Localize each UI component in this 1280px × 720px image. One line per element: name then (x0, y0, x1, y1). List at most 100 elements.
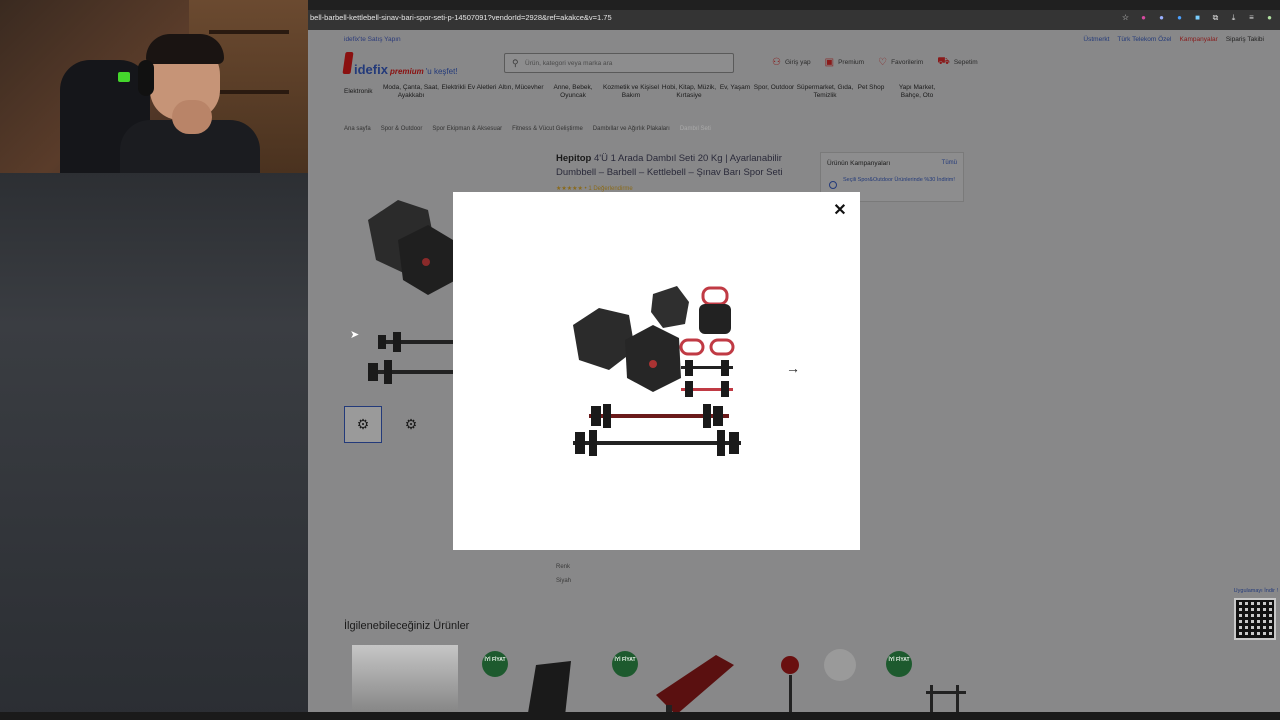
arrow-right-icon[interactable]: → (783, 358, 803, 378)
cart-button[interactable]: ⛟ Sepetim (937, 56, 977, 69)
top-link[interactable]: Kampanyalar (1180, 36, 1218, 43)
cart-icon: ⛟ (937, 56, 950, 67)
product-main-image[interactable] (358, 180, 468, 410)
extension-icon[interactable]: ■ (1193, 13, 1202, 22)
premium-button[interactable]: ▣ Premium (825, 57, 864, 68)
related-product-card[interactable] (352, 645, 458, 720)
top-link[interactable]: Sipariş Takibi (1226, 36, 1264, 43)
search-icon: ⚲ (512, 58, 519, 68)
webcam-person-hair (146, 34, 224, 64)
campaign-radio[interactable] (829, 181, 837, 189)
logo-mark-icon (342, 52, 354, 74)
logo-text: idefix (354, 62, 388, 77)
qr-code[interactable] (1234, 598, 1276, 640)
category-item[interactable]: Pet Shop (854, 84, 888, 100)
category-item[interactable]: Altın, Mücevher (498, 84, 544, 100)
category-item[interactable]: Hobi, Kitap, Müzik, Kırtasiye (660, 84, 718, 100)
extension-icon[interactable]: ● (1175, 13, 1184, 22)
product-rating[interactable]: ★★★★★ • 1 Değerlendirme (556, 185, 633, 192)
search-input[interactable]: ⚲ Ürün, kategori veya marka ara (504, 53, 734, 73)
related-product-card[interactable]: İYİ FİYAT (612, 645, 746, 720)
favorites-button[interactable]: ♡ Favorilerim (878, 57, 923, 68)
product-large-image[interactable] (569, 280, 745, 458)
category-item[interactable]: Spor, Outdoor (752, 84, 796, 100)
close-icon[interactable]: ✕ (831, 202, 849, 220)
webcam-chair-logo (118, 72, 130, 82)
category-item[interactable]: Ev, Yaşam (718, 84, 752, 100)
heart-icon: ♡ (878, 57, 888, 68)
login-button[interactable]: ⚇ Giriş yap (772, 57, 811, 68)
breadcrumb: Ana sayfa Spor & Outdoor Spor Ekipman & … (344, 126, 711, 132)
sell-on-idefix-link[interactable]: idefix'te Satış Yapın (344, 36, 401, 43)
breadcrumb-item[interactable]: Spor Ekipman & Aksesuar (432, 126, 502, 132)
breadcrumb-item[interactable]: Dambıllar ve Ağırlık Plakaları (593, 126, 670, 132)
browser-toolbar: ☆ ● ● ● ■ ⧉ ⤓ ≡ ● (1121, 13, 1274, 22)
dumbbell-thumbnail-icon: ⚙ (356, 416, 370, 432)
product-title: Hepitop 4'Ü 1 Arada Dambıl Seti 20 Kg | … (556, 152, 806, 180)
browser-tabstrip (308, 0, 1280, 10)
favorites-label: Favorilerim (891, 59, 924, 66)
webcam-shelf-board (209, 30, 289, 34)
breadcrumb-item[interactable]: Ana sayfa (344, 126, 371, 132)
thumbnail[interactable]: ⚙ (344, 406, 382, 443)
related-products-title: İlgilenebileceğiniz Ürünler (344, 620, 470, 632)
bench-image (656, 655, 734, 720)
webcam-shelf-board (209, 90, 289, 94)
category-item[interactable]: Kozmetik ve Kişisel Bakım (602, 84, 660, 100)
extension-icon[interactable]: ● (1139, 13, 1148, 22)
category-nav: Elektronik Moda, Çanta, Saat, Ayakkabı E… (344, 84, 946, 100)
top-link[interactable]: Üstmerkt (1083, 36, 1109, 43)
site-logo[interactable]: idefix premium 'u keşfet! (342, 52, 458, 77)
category-item[interactable]: Anne, Bebek, Oyuncak (544, 84, 602, 100)
category-item[interactable]: Elektrikli Ev Aletleri (440, 84, 498, 100)
campaigns-title: Ürünün Kampanyaları (827, 160, 891, 167)
campaign-item[interactable]: Seçili Spor&Outdoor Ürünlerinde %30 İndi… (843, 177, 959, 184)
category-item[interactable]: Elektronik (344, 84, 382, 100)
punching-ball-image (781, 649, 856, 715)
premium-label: Premium (838, 59, 865, 66)
category-item[interactable]: Süpermarket, Gıda, Temizlik (796, 84, 854, 100)
user-icon: ⚇ (772, 57, 781, 68)
dumbbell-thumbnail-icon: ⚙ (404, 416, 418, 432)
thumbnail-strip: ⚙ ⚙ (344, 406, 430, 443)
extension-icon[interactable]: ● (1157, 13, 1166, 22)
webcam-headset (138, 60, 154, 96)
extensions-puzzle-icon[interactable]: ⧉ (1211, 13, 1220, 22)
product-image-graphic (368, 200, 468, 384)
taskbar-strip (0, 712, 1280, 720)
bench-image (526, 661, 571, 720)
category-item[interactable]: Yapı Market, Bahçe, Oto (888, 84, 946, 100)
gift-icon: ▣ (824, 57, 835, 68)
download-icon[interactable]: ⤓ (1229, 13, 1238, 22)
related-product-card[interactable]: İYİ FİYAT (482, 645, 596, 720)
url-text[interactable]: bell-barbell-kettlebell-sinav-bari-spor-… (310, 13, 612, 22)
profile-icon[interactable]: ● (1265, 13, 1274, 22)
image-lightbox-modal: ✕ → (453, 192, 860, 550)
top-link[interactable]: Türk Telekom Özel (1117, 36, 1171, 43)
webcam-person-hand (172, 100, 212, 134)
app-download-label[interactable]: Uygulamayı İndir ! (1234, 588, 1278, 594)
mouse-cursor-icon: ➤ (350, 329, 360, 341)
good-price-badge: İYİ FİYAT (612, 651, 638, 677)
address-bar[interactable]: bell-barbell-kettlebell-sinav-bari-spor-… (308, 10, 1280, 30)
thumbnail[interactable]: ⚙ (392, 406, 430, 443)
related-product-card[interactable]: İYİ FİYAT (886, 645, 1000, 720)
rack-image (926, 685, 966, 720)
category-item[interactable]: Moda, Çanta, Saat, Ayakkabı (382, 84, 440, 100)
screen: bell-barbell-kettlebell-sinav-bari-spor-… (0, 0, 1280, 720)
product-brand[interactable]: Hepitop (556, 153, 591, 164)
login-label: Giriş yap (784, 59, 811, 66)
playlist-icon[interactable]: ≡ (1247, 13, 1256, 22)
breadcrumb-item[interactable]: Spor & Outdoor (381, 126, 423, 132)
related-product-card[interactable] (770, 645, 860, 720)
logo-tail: 'u keşfet! (425, 67, 458, 76)
account-actions: ⚇ Giriş yap ▣ Premium ♡ Favorilerim ⛟ Sepeti… (772, 56, 978, 69)
good-price-badge: İYİ FİYAT (886, 651, 912, 677)
breadcrumb-item[interactable]: Fitness & Vücut Geliştirme (512, 126, 583, 132)
star-icon[interactable]: ☆ (1121, 13, 1130, 22)
breadcrumb-item: Dambıl Seti (679, 126, 711, 132)
campaigns-all-link[interactable]: Tümü (942, 160, 957, 166)
color-options: Renk Siyah (556, 560, 571, 588)
search-placeholder: Ürün, kategori veya marka ara (525, 60, 613, 67)
color-option[interactable]: Siyah (556, 574, 571, 588)
